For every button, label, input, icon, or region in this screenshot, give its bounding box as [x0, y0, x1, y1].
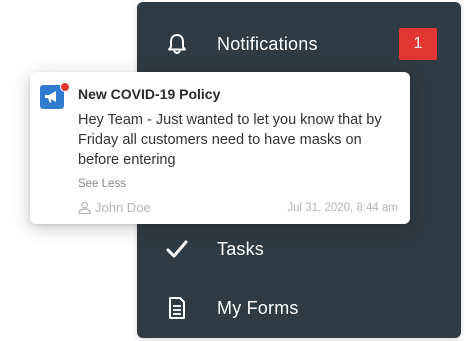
author-name: John Doe: [95, 200, 151, 215]
bell-icon: [165, 32, 189, 56]
unread-indicator: [60, 82, 70, 92]
menu-item-label: Notifications: [217, 33, 318, 54]
user-icon: [78, 201, 92, 215]
notification-timestamp: Jul 31, 2020, 8:44 am: [287, 202, 398, 214]
notification-author: John Doe: [78, 200, 151, 215]
menu-item-label: Tasks: [217, 238, 265, 259]
checkmark-icon: [165, 237, 189, 261]
see-less-link[interactable]: See Less: [78, 178, 126, 190]
notification-card[interactable]: New COVID-19 Policy Hey Team - Just want…: [30, 72, 410, 224]
notification-title: New COVID-19 Policy: [78, 86, 221, 102]
document-icon: [165, 296, 189, 320]
app-stage: Notifications 1 Tasks My Forms New COVID…: [0, 0, 466, 341]
notification-body: Hey Team - Just wanted to let you know t…: [78, 112, 382, 168]
menu-item-my-forms[interactable]: My Forms: [137, 288, 461, 328]
menu-item-label: My Forms: [217, 297, 299, 318]
menu-item-notifications[interactable]: Notifications 1: [137, 24, 461, 64]
menu-item-tasks[interactable]: Tasks: [137, 229, 461, 269]
notification-count-badge: 1: [399, 28, 437, 60]
